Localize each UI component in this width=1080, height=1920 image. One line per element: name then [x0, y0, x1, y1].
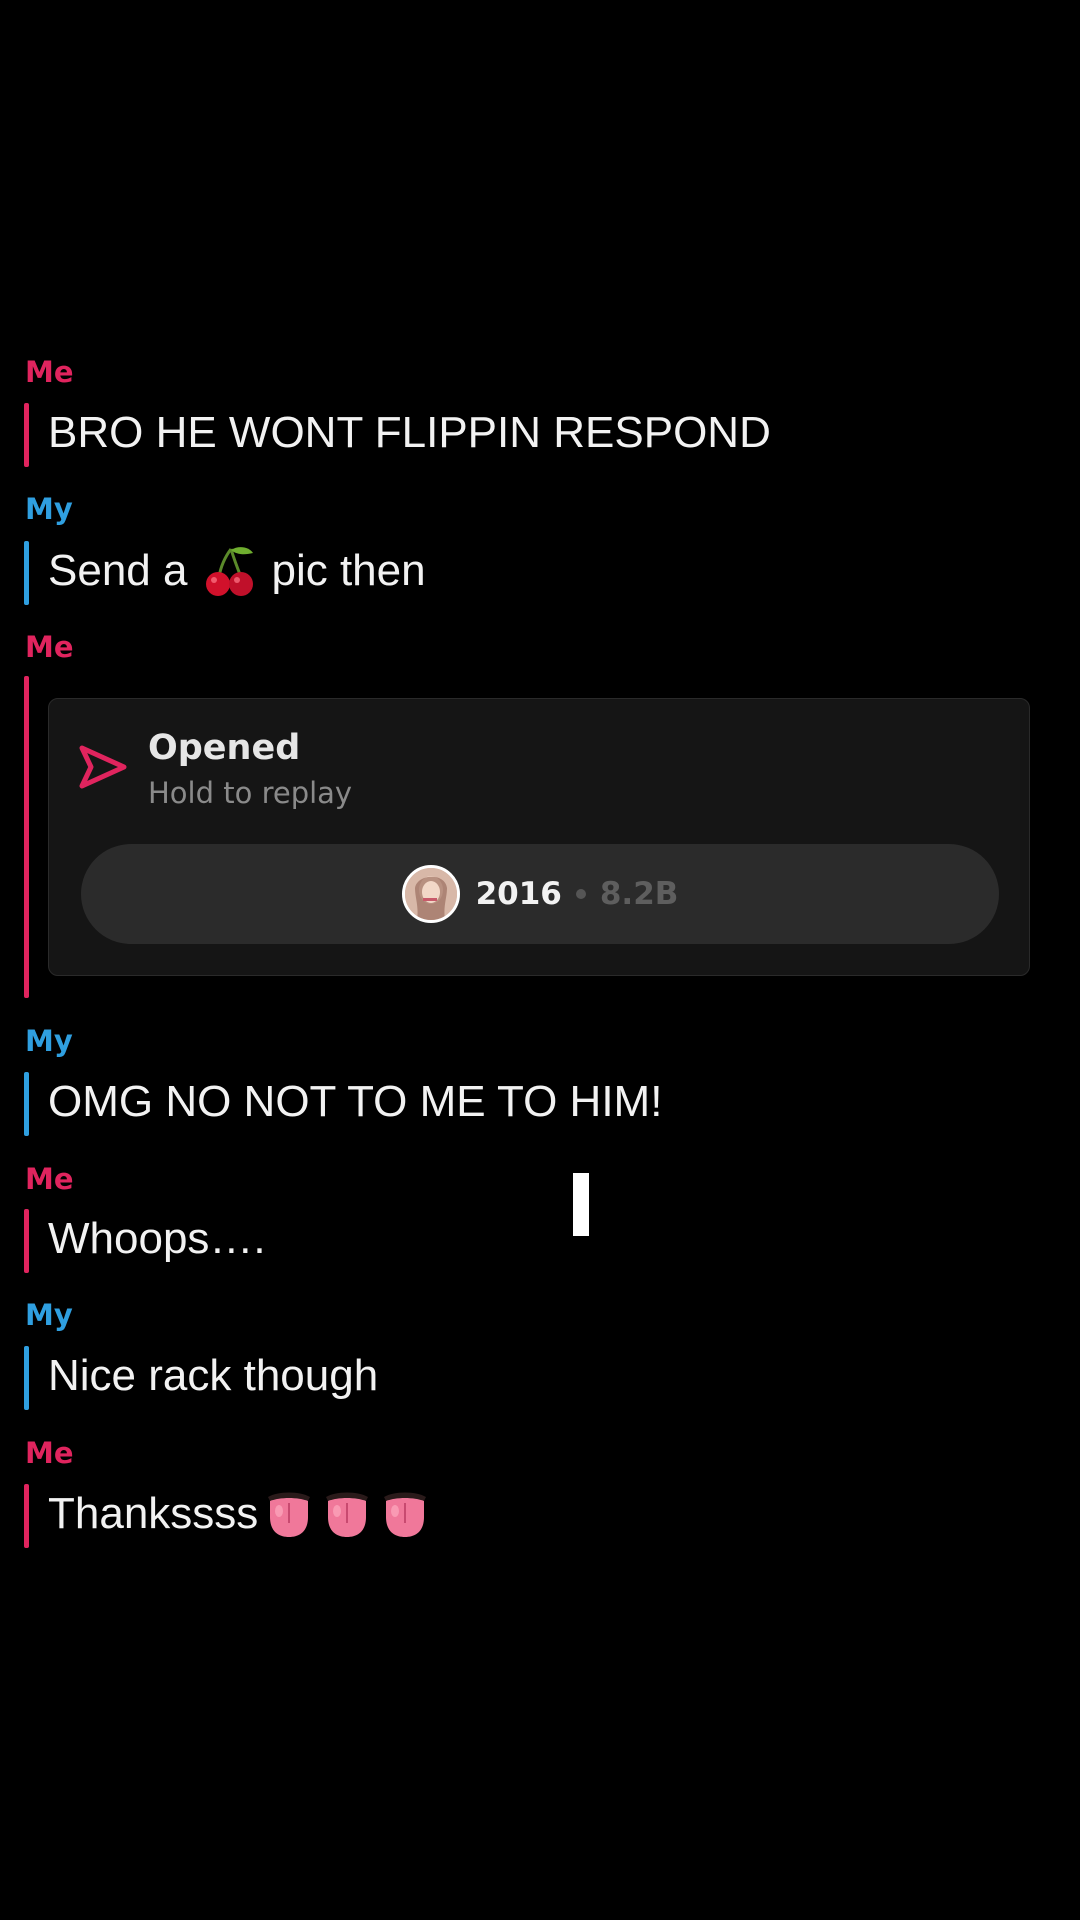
opened-arrow-icon: [77, 741, 129, 793]
message-bubble[interactable]: Nice rack though: [24, 1346, 1024, 1410]
sender-bar-me: [24, 403, 29, 467]
sender-bar-my: [24, 1072, 29, 1136]
message-text-after: pic then: [271, 546, 426, 595]
snap-card[interactable]: Opened Hold to replay 2016 8.2B: [48, 698, 1030, 976]
sender-bar-my: [24, 541, 29, 605]
message-text: Send a pic then: [48, 541, 426, 601]
message-text: Whoops….: [48, 1214, 266, 1263]
message-bubble[interactable]: Thankssss: [24, 1484, 1024, 1548]
story-pill[interactable]: 2016 8.2B: [81, 844, 999, 944]
message-bubble[interactable]: Send a pic then: [24, 541, 1024, 605]
message-bubble[interactable]: BRO HE WONT FLIPPIN RESPOND: [24, 403, 1024, 467]
sender-bar-me: [24, 676, 29, 998]
sender-label-my: My: [25, 492, 73, 526]
message-text: Nice rack though: [48, 1351, 379, 1400]
sender-label-me: Me: [25, 355, 74, 389]
sender-label-my: My: [25, 1024, 73, 1058]
tongue-icon: [262, 1487, 316, 1541]
message-text-before: Send a: [48, 546, 188, 595]
story-year: 2016: [475, 876, 562, 912]
sender-bar-my: [24, 1346, 29, 1410]
message-bubble[interactable]: Whoops….: [24, 1209, 1024, 1273]
message-text: Thankssss: [48, 1484, 432, 1544]
chat-thread: Me BRO HE WONT FLIPPIN RESPOND My Send a…: [0, 0, 1080, 1920]
sender-bar-me: [24, 1484, 29, 1548]
sender-label-me: Me: [25, 1436, 74, 1470]
snap-status: Opened: [148, 728, 301, 768]
snap-hint: Hold to replay: [148, 776, 353, 810]
separator-dot: [575, 889, 586, 899]
text-cursor: [573, 1173, 589, 1236]
cherry-icon: [201, 543, 257, 599]
avatar: [401, 865, 460, 923]
message-text-main: Thankssss: [48, 1489, 259, 1538]
sender-bar-me: [24, 1209, 29, 1273]
sender-label-me: Me: [25, 630, 74, 664]
sender-label-me: Me: [25, 1162, 74, 1196]
tongue-icon: [378, 1487, 432, 1541]
message-text: OMG NO NOT TO ME TO HIM!: [48, 1077, 663, 1126]
message-bubble[interactable]: OMG NO NOT TO ME TO HIM!: [24, 1072, 1024, 1136]
sender-label-my: My: [25, 1298, 73, 1332]
message-text: BRO HE WONT FLIPPIN RESPOND: [48, 408, 771, 457]
tongue-icon: [320, 1487, 374, 1541]
story-views: 8.2B: [599, 876, 679, 912]
